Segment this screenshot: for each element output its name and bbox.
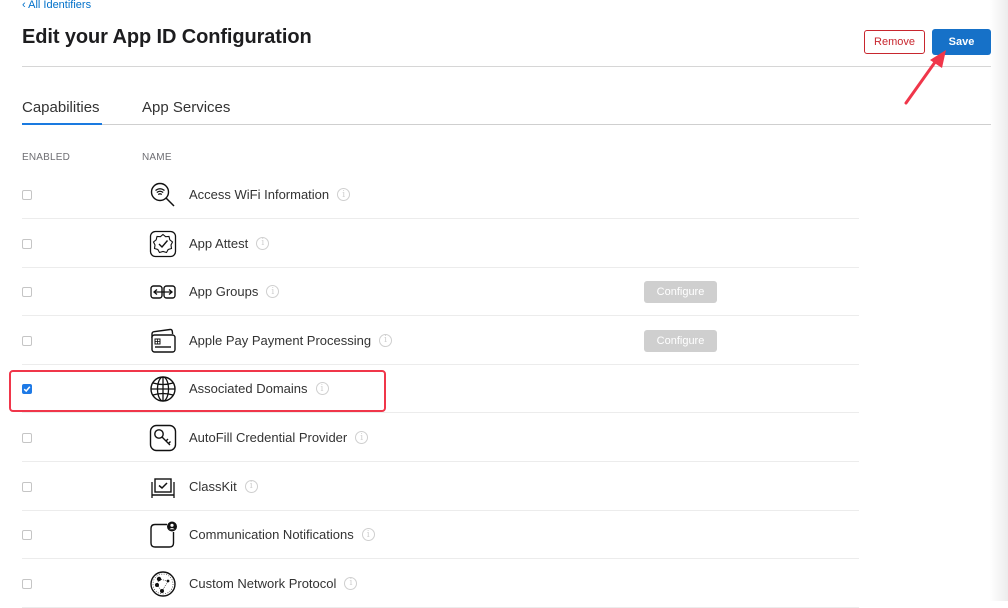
capability-name: ClassKit <box>189 478 237 494</box>
apple-pay-cards-icon <box>151 328 176 353</box>
configure-button[interactable]: Configure <box>644 281 717 304</box>
info-icon[interactable]: i <box>256 236 270 250</box>
enabled-checkbox[interactable] <box>22 433 32 443</box>
enabled-checkbox[interactable] <box>22 287 32 298</box>
enabled-checkbox[interactable] <box>22 384 32 395</box>
capability-row-app-groups: App Groups i Configure <box>22 268 859 317</box>
header-divider <box>22 66 991 67</box>
wifi-search-icon <box>150 182 175 207</box>
capability-name: Communication Notifications <box>189 527 354 543</box>
app-attest-badge-icon <box>149 230 177 257</box>
capability-row-app-attest: App Attest i <box>22 220 859 268</box>
capability-row-associated-domains: Associated Domains i <box>22 365 859 414</box>
info-icon[interactable]: i <box>379 333 393 347</box>
active-tab-indicator <box>22 123 102 125</box>
tab-app-services[interactable]: App Services <box>142 99 230 116</box>
tab-capabilities[interactable]: Capabilities <box>22 99 100 116</box>
back-link-all-identifiers[interactable]: ‹ All Identifiers <box>22 0 91 11</box>
tabs-divider <box>22 124 991 125</box>
capability-name: App Groups <box>189 284 259 300</box>
info-icon[interactable]: i <box>266 285 280 299</box>
classkit-icon <box>151 477 175 498</box>
capability-row-classkit: ClassKit i <box>22 463 859 511</box>
capability-row-access-wifi-information: Access WiFi Information i <box>22 171 859 219</box>
enabled-checkbox[interactable] <box>22 481 32 492</box>
remove-button[interactable]: Remove <box>864 30 925 54</box>
communication-notification-icon <box>150 521 177 548</box>
enabled-checkbox[interactable] <box>22 238 32 249</box>
page-edge-shadow <box>990 0 1008 601</box>
capability-name: App Attest <box>189 235 249 251</box>
capability-row-apple-pay-payment-processing: Apple Pay Payment Processing i Configure <box>22 317 859 365</box>
info-icon[interactable]: i <box>244 479 258 493</box>
page-title: Edit your App ID Configuration <box>22 26 312 48</box>
enabled-checkbox[interactable] <box>22 335 32 346</box>
column-header-name: NAME <box>142 152 172 163</box>
enabled-checkbox[interactable] <box>22 190 32 200</box>
capability-row-autofill-credential-provider: AutoFill Credential Provider i <box>22 414 859 462</box>
capability-name: Custom Network Protocol <box>189 575 337 591</box>
info-icon[interactable]: i <box>361 528 375 542</box>
globe-icon <box>150 376 176 403</box>
column-header-enabled: ENABLED <box>22 152 71 163</box>
enabled-checkbox[interactable] <box>22 530 32 541</box>
enabled-checkbox[interactable] <box>22 578 32 589</box>
capability-name: Associated Domains <box>189 381 308 397</box>
info-icon[interactable]: i <box>355 431 369 444</box>
app-groups-icon <box>150 285 176 299</box>
network-protocol-icon <box>150 571 176 597</box>
save-button[interactable]: Save <box>932 29 991 55</box>
configure-button[interactable]: Configure <box>644 329 717 352</box>
key-icon <box>149 424 177 452</box>
info-icon[interactable]: i <box>344 576 358 590</box>
capability-name: AutoFill Credential Provider <box>189 430 348 445</box>
arrow-annotation-icon <box>904 50 946 105</box>
capability-name: Access WiFi Information <box>189 187 330 202</box>
capability-row-communication-notifications: Communication Notifications i <box>22 511 859 560</box>
checkmark-icon <box>23 386 31 393</box>
info-icon[interactable]: i <box>315 382 329 396</box>
info-icon[interactable]: i <box>337 188 351 201</box>
capability-name: Apple Pay Payment Processing <box>189 332 372 348</box>
